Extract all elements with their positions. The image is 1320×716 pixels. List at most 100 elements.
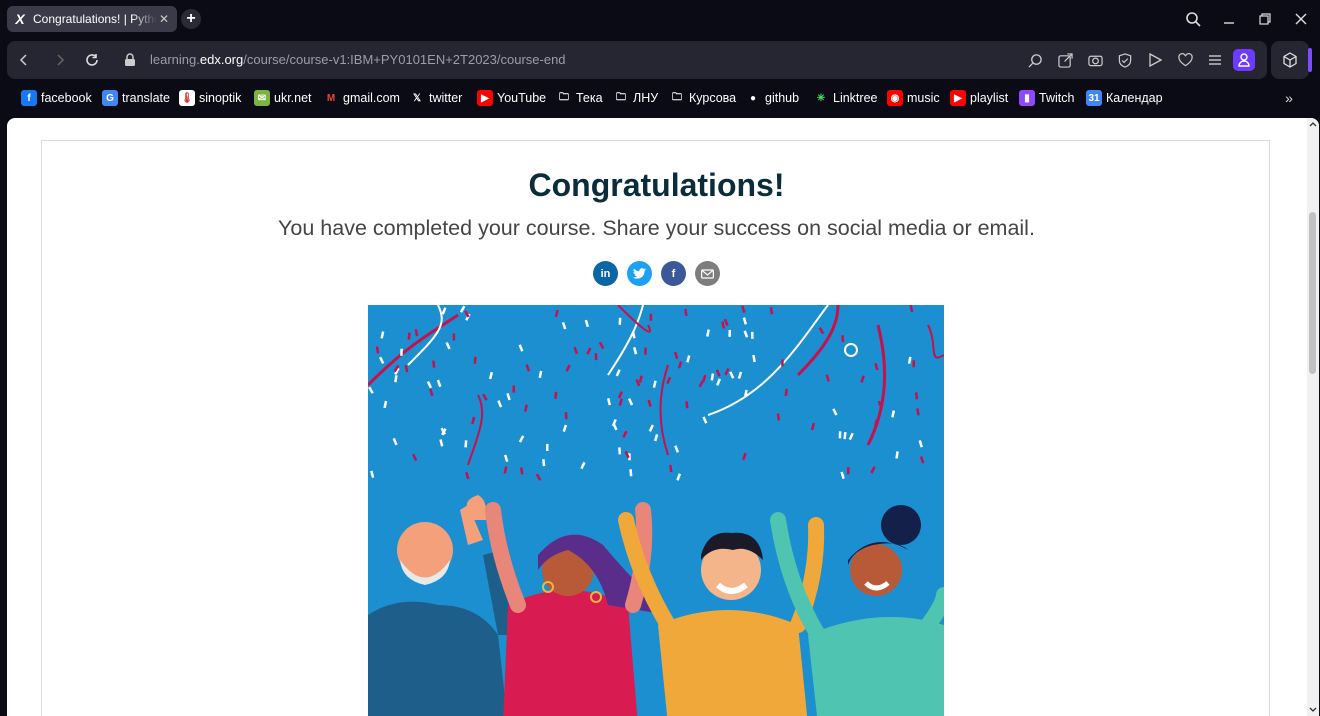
confetti-piece: [561, 321, 567, 330]
bookmark-label: Linktree: [833, 91, 878, 105]
bookmark-4[interactable]: Mgmail.com: [323, 89, 400, 107]
confetti-piece: [818, 326, 825, 335]
confetti-piece: [916, 408, 920, 416]
facebook-glyph: f: [671, 267, 676, 280]
confetti-piece: [518, 344, 524, 352]
shield-icon[interactable]: [1116, 51, 1134, 69]
confetti-piece: [840, 471, 845, 480]
bookmark-label: github: [765, 91, 800, 105]
confetti-piece: [503, 466, 508, 474]
tab-title: Congratulations! | Python: [33, 12, 157, 26]
confetti-piece: [743, 330, 749, 338]
minimize-icon[interactable]: [1211, 0, 1247, 38]
confetti-piece: [488, 371, 494, 380]
linkedin-share-icon[interactable]: in: [593, 261, 618, 286]
scroll-down-icon[interactable]: [1307, 704, 1319, 716]
confetti-piece: [810, 422, 816, 431]
bookmark-0[interactable]: f facebook: [21, 89, 92, 107]
bookmark-1[interactable]: Gtranslate: [102, 89, 170, 107]
thermometer-icon: 🌡: [179, 90, 195, 106]
play-icon[interactable]: [1146, 51, 1164, 69]
confetti-piece: [895, 451, 899, 459]
page-subtitle: You have completed your course. Share yo…: [278, 216, 1035, 240]
confetti-piece: [769, 307, 774, 315]
heart-icon[interactable]: [1176, 51, 1194, 69]
bookmark-15[interactable]: 31 Календар: [1086, 89, 1163, 107]
confetti-piece: [918, 440, 923, 448]
restore-icon[interactable]: [1247, 0, 1283, 38]
twitter-share-icon[interactable]: [627, 261, 652, 286]
bookmark-label: translate: [122, 91, 170, 105]
edx-favicon-icon: X: [15, 11, 25, 27]
confetti-piece: [740, 305, 746, 313]
url-host: edx.org: [199, 52, 244, 67]
more-bookmarks-icon[interactable]: »: [1281, 90, 1297, 106]
confetti-piece: [784, 388, 788, 396]
confetti-piece: [426, 381, 433, 389]
confetti-piece: [441, 307, 447, 315]
search-page-icon[interactable]: [1026, 51, 1044, 69]
forward-icon[interactable]: [51, 51, 69, 69]
browser-tab[interactable]: X Congratulations! | Python ✕: [7, 6, 177, 32]
camera-icon[interactable]: [1086, 51, 1104, 69]
lock-icon[interactable]: [121, 51, 139, 69]
confetti-piece: [674, 445, 680, 453]
share-buttons: in f: [593, 261, 720, 286]
bookmark-14[interactable]: ▮ Twitch: [1019, 89, 1074, 107]
bookmark-9[interactable]: 🗀 Курсова: [669, 89, 736, 107]
url-path: /course/course-v1:IBM+PY0101EN+2T2023/co…: [243, 52, 566, 67]
confetti-piece: [647, 399, 652, 408]
confetti-piece: [375, 346, 380, 354]
bookmark-label: YouTube: [497, 91, 547, 105]
confetti-piece: [471, 416, 476, 425]
bookmark-3[interactable]: ✉ ukr.net: [254, 89, 312, 107]
title-bar: X Congratulations! | Python ✕ +: [0, 0, 1320, 38]
extensions-cube-icon[interactable]: [1271, 41, 1309, 79]
bookmark-12[interactable]: ◉ music: [887, 89, 940, 107]
confetti-piece: [436, 379, 442, 388]
confetti-piece: [497, 400, 503, 408]
bookmark-7[interactable]: 🗀 Тека: [556, 89, 603, 107]
confetti-piece: [649, 313, 653, 321]
reload-icon[interactable]: [83, 51, 101, 69]
address-bar[interactable]: learning.edx.org/course/course-v1:IBM+PY…: [150, 52, 566, 67]
menu-icon[interactable]: [1206, 51, 1224, 69]
confetti-piece: [594, 353, 598, 361]
back-icon[interactable]: [15, 51, 33, 69]
scrollbar-thumb[interactable]: [1309, 212, 1316, 374]
confetti-piece: [684, 308, 688, 317]
confetti-piece: [710, 373, 715, 381]
search-tabs-icon[interactable]: [1175, 0, 1211, 38]
confetti-piece: [520, 467, 524, 475]
close-window-icon[interactable]: [1283, 0, 1319, 38]
confetti-piece: [629, 469, 633, 477]
bookmark-11[interactable]: ✳ Linktree: [813, 89, 878, 107]
address-toolbar: learning.edx.org/course/course-v1:IBM+PY…: [7, 41, 1267, 79]
email-share-icon[interactable]: [695, 261, 720, 286]
vertical-scrollbar[interactable]: [1307, 118, 1319, 716]
profile-icon[interactable]: [1233, 49, 1255, 71]
confetti-piece: [618, 447, 622, 455]
tab-close-icon[interactable]: ✕: [157, 12, 171, 26]
confetti-piece: [841, 335, 845, 343]
confetti-piece: [686, 355, 691, 363]
confetti-piece: [751, 331, 754, 339]
facebook-share-icon[interactable]: f: [661, 261, 686, 286]
bookmark-13[interactable]: ▶ playlist: [950, 89, 1008, 107]
confetti-piece: [891, 410, 896, 418]
scroll-up-icon[interactable]: [1307, 118, 1319, 130]
confetti-piece: [847, 467, 850, 475]
new-tab-button[interactable]: +: [181, 9, 201, 29]
confetti-piece: [523, 404, 528, 412]
confetti-piece: [832, 408, 838, 416]
confetti-piece: [429, 388, 434, 397]
bookmark-6[interactable]: ▶ YouTube: [477, 89, 546, 107]
confetti-piece: [721, 321, 726, 329]
share-page-icon[interactable]: [1056, 51, 1074, 69]
bookmark-10[interactable]: ● github: [745, 89, 799, 107]
bookmark-8[interactable]: 🗀 ЛНУ: [613, 89, 658, 107]
confetti-piece: [512, 385, 515, 393]
bookmark-5[interactable]: 𝕏twitter: [409, 89, 462, 107]
bookmark-2[interactable]: 🌡 sinoptik: [179, 89, 241, 107]
confetti-piece: [562, 424, 568, 433]
